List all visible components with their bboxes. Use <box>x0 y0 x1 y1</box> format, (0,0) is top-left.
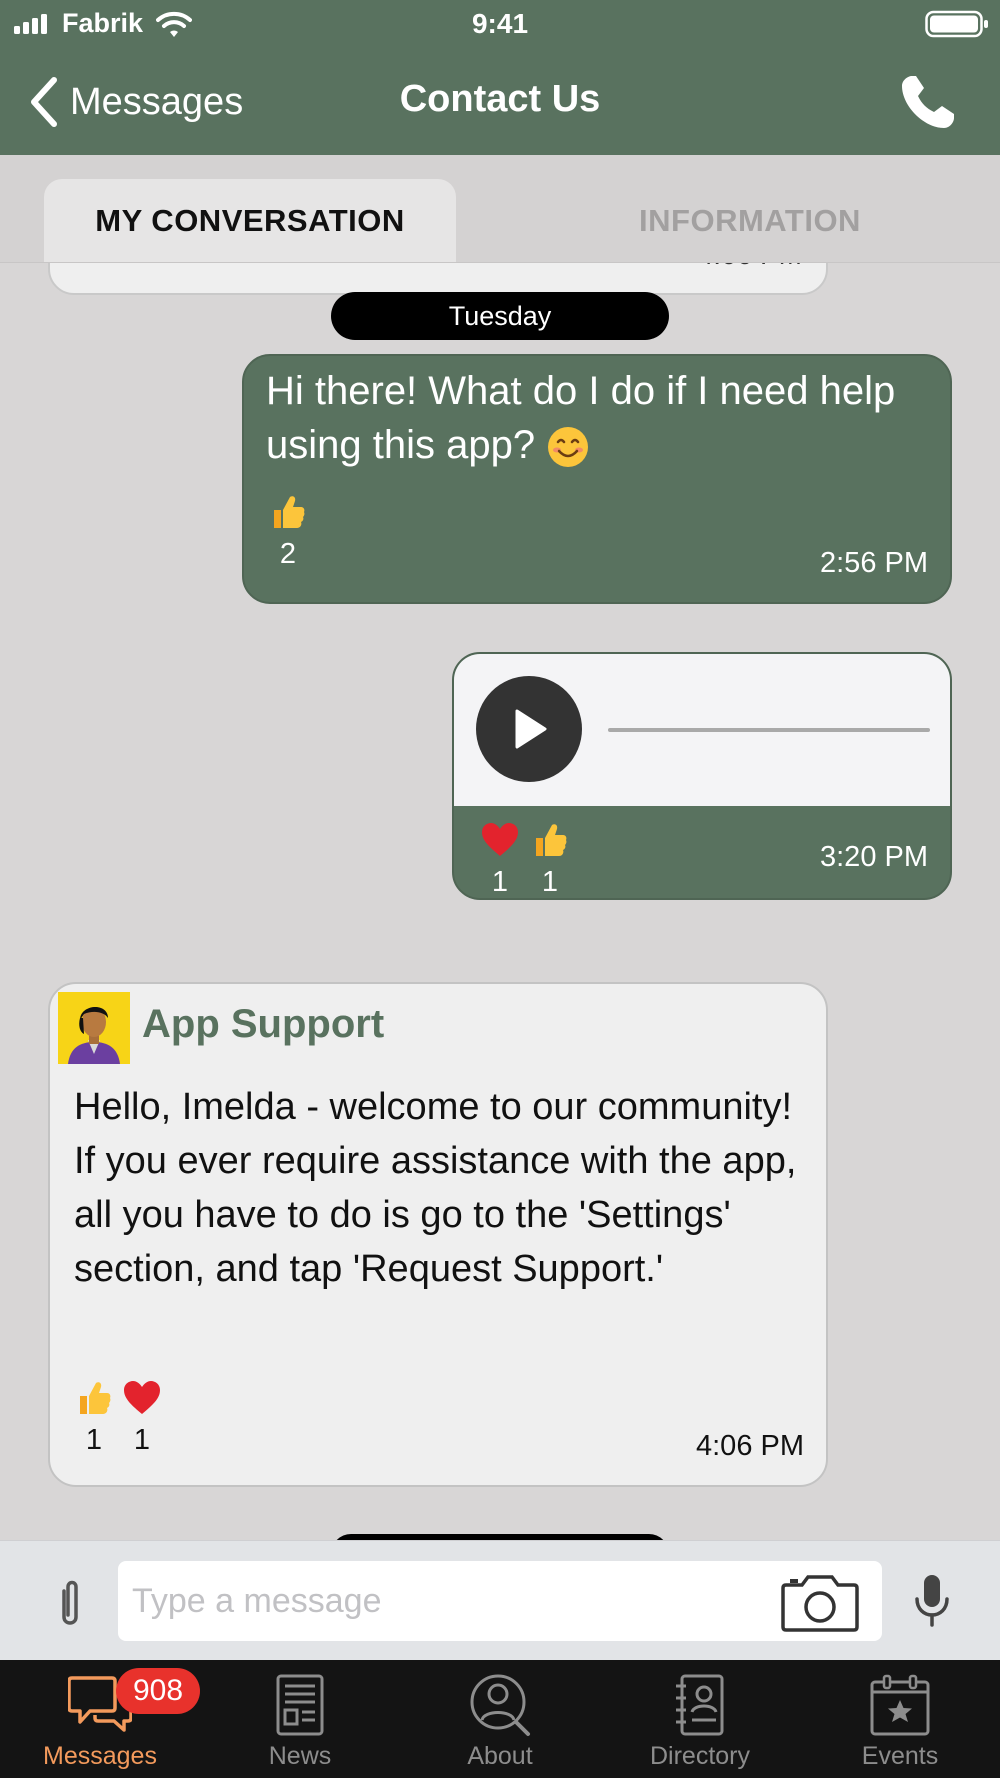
paperclip-icon[interactable] <box>44 1575 94 1631</box>
tabbar-label: About <box>467 1742 533 1770</box>
audio-player <box>454 654 950 806</box>
tabbar-label: News <box>268 1742 332 1770</box>
top-bar: Fabrik 9:41 Messages Contact Us <box>0 0 1000 155</box>
segment-tabs: MY CONVERSATION INFORMATION <box>0 155 1000 263</box>
reaction-thumbs-up[interactable]: 1 <box>528 820 572 898</box>
smiling-face-emoji-icon <box>548 427 589 468</box>
person-search-icon <box>470 1674 530 1736</box>
tabbar-item-events[interactable]: Events <box>800 1660 1000 1778</box>
back-label: Messages <box>70 80 244 123</box>
reaction-thumbs-up[interactable]: 1 <box>72 1378 116 1457</box>
reaction-count: 1 <box>133 1424 151 1456</box>
play-button[interactable] <box>476 676 582 782</box>
bottom-tab-bar: 908 Messages News About Directory Events <box>0 1660 1000 1778</box>
message-text: Hi there! What do I do if I need help us… <box>266 364 926 472</box>
avatar <box>58 992 130 1064</box>
message-time: 4:06 PM <box>698 263 802 271</box>
thumbs-up-icon <box>274 496 305 528</box>
phone-icon[interactable] <box>898 72 958 132</box>
tabbar-item-news[interactable]: News <box>200 1660 400 1778</box>
tab-information[interactable]: INFORMATION <box>540 179 960 263</box>
audio-progress-track[interactable] <box>608 728 930 732</box>
tabbar-item-about[interactable]: About <box>400 1660 600 1778</box>
message-text: Hello, Imelda - welcome to our community… <box>74 1086 797 1290</box>
unread-badge: 908 <box>116 1668 200 1714</box>
tabbar-item-messages[interactable]: 908 Messages <box>0 1660 200 1778</box>
back-button[interactable]: Messages <box>28 72 243 132</box>
message-input[interactable] <box>118 1561 882 1641</box>
newspaper-icon <box>276 1674 324 1736</box>
thumbs-up-icon <box>80 1382 111 1414</box>
previous-message-bubble[interactable]: 4:06 PM <box>48 263 828 295</box>
day-separator: Tuesday <box>331 292 669 340</box>
message-time: 3:20 PM <box>820 841 928 873</box>
tabbar-label: Directory <box>649 1742 750 1770</box>
chevron-left-icon <box>31 77 57 127</box>
reaction-heart[interactable]: 1 <box>480 820 520 898</box>
reaction-count: 2 <box>279 538 297 570</box>
message-time: 4:06 PM <box>696 1430 804 1462</box>
tabbar-label: Events <box>861 1742 939 1770</box>
reaction-heart[interactable]: 1 <box>122 1378 162 1457</box>
heart-icon <box>124 1381 160 1414</box>
play-icon <box>515 709 547 749</box>
outgoing-message-bubble[interactable]: Hi there! What do I do if I need help us… <box>242 354 952 604</box>
sender-name: App Support <box>142 1002 385 1046</box>
outgoing-audio-bubble[interactable]: 1 1 3:20 PM <box>452 652 952 900</box>
reaction-thumbs-up[interactable]: 2 <box>266 492 310 571</box>
heart-icon <box>482 823 518 856</box>
message-list[interactable]: 4:06 PM Tuesday Hi there! What do I do i… <box>0 263 1000 1540</box>
microphone-icon[interactable] <box>912 1573 952 1629</box>
status-time: 9:41 <box>471 8 529 39</box>
reaction-count: 1 <box>541 866 559 898</box>
battery-icon <box>925 10 988 38</box>
message-composer <box>0 1540 1000 1660</box>
status-bar: Fabrik 9:41 <box>0 0 1000 50</box>
calendar-star-icon <box>870 1674 930 1736</box>
incoming-message-bubble[interactable]: App Support Hello, Imelda - welcome to o… <box>48 982 828 1487</box>
reaction-count: 1 <box>85 1424 103 1456</box>
camera-icon[interactable] <box>780 1571 860 1633</box>
reaction-count: 1 <box>491 866 509 898</box>
message-time: 2:56 PM <box>820 547 928 579</box>
tab-my-conversation[interactable]: MY CONVERSATION <box>44 179 456 263</box>
thumbs-up-icon <box>536 824 567 856</box>
contacts-book-icon <box>676 1674 724 1736</box>
tabbar-item-directory[interactable]: Directory <box>600 1660 800 1778</box>
tabbar-label: Messages <box>43 1742 157 1770</box>
